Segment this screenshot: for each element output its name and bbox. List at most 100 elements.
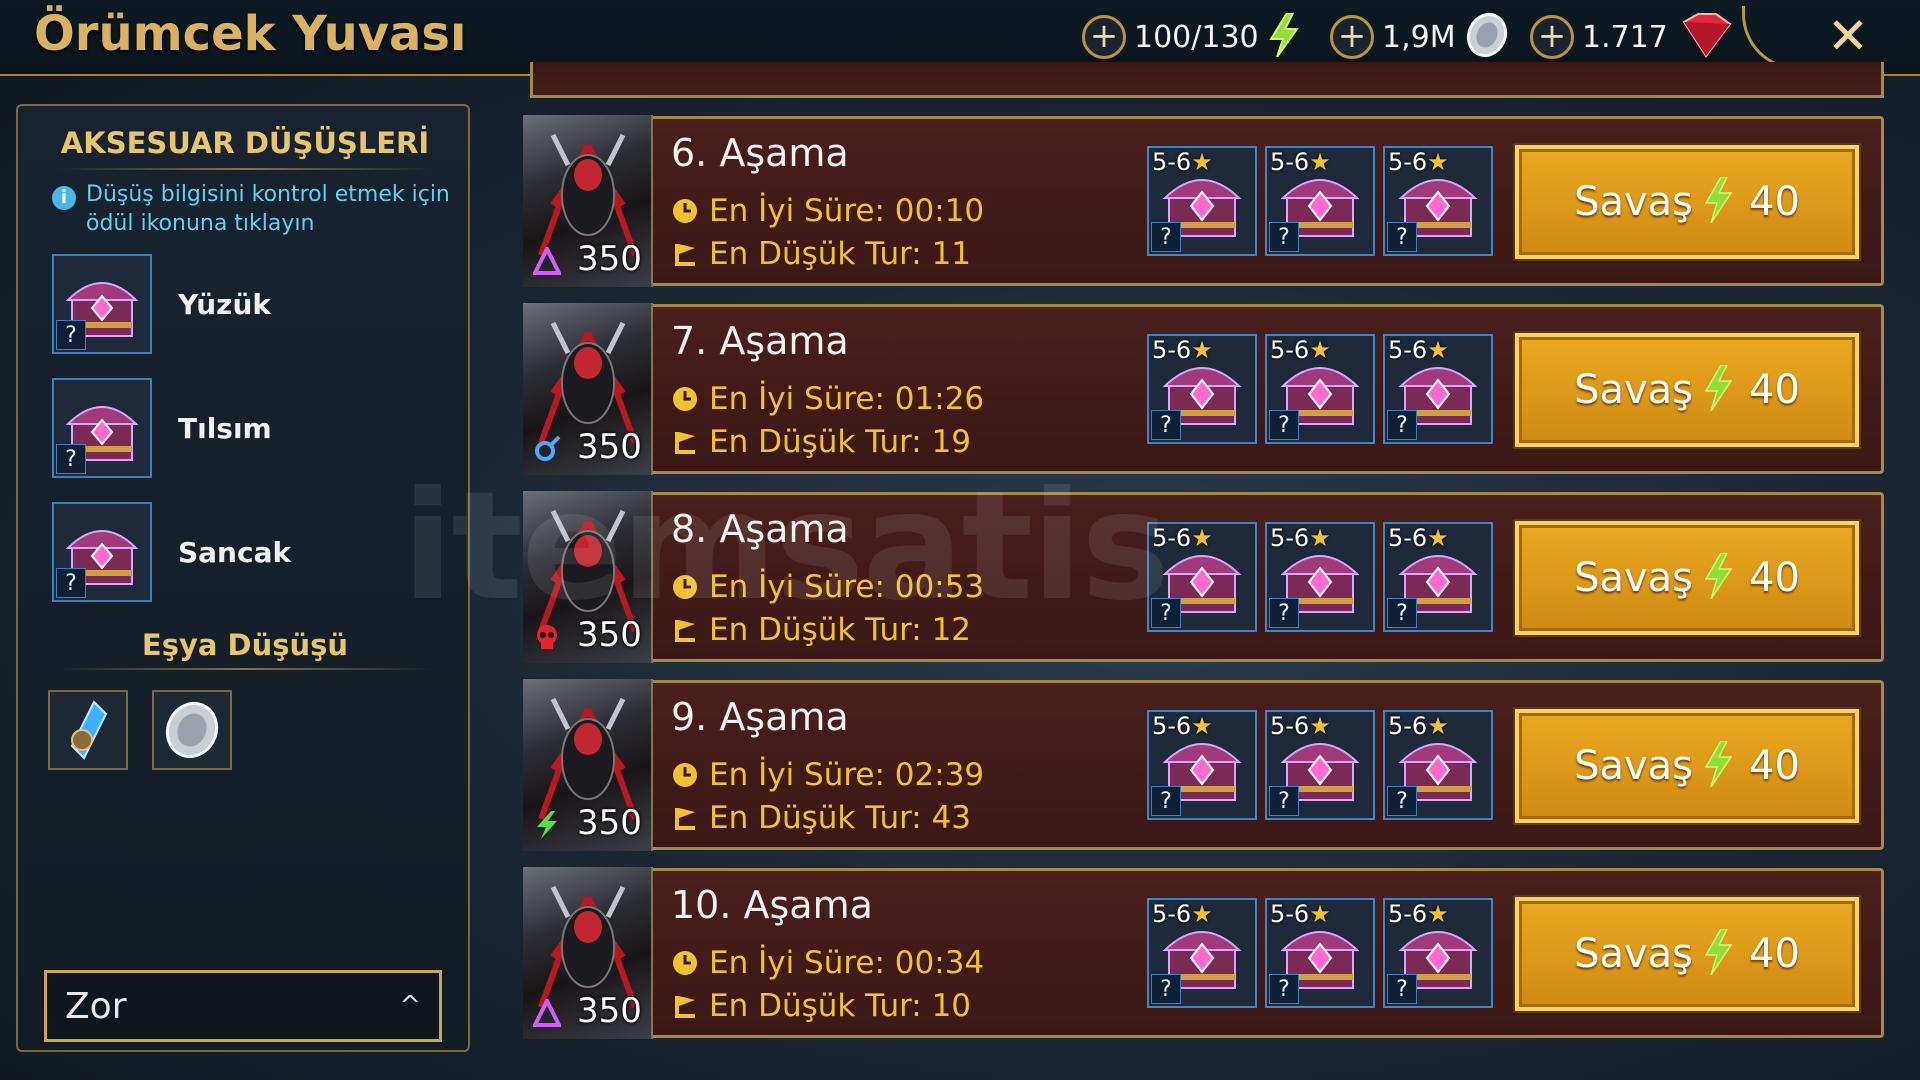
best-time-row: En İyi Süre: 02:39 (671, 757, 984, 793)
best-time: En İyi Süre: 01:26 (709, 381, 985, 417)
add-energy-button[interactable]: + (1082, 15, 1126, 59)
reward-chest-icon[interactable]: 5-6★ ? (1265, 146, 1375, 256)
battle-label: Savaş (1574, 555, 1694, 601)
unknown-badge: ? (1151, 410, 1181, 440)
boss-level: 350 (577, 615, 642, 655)
ring-label: Yüzük (178, 287, 272, 321)
reward-chest-icon[interactable]: 5-6★ ? (1383, 710, 1493, 820)
accessory-ring[interactable]: ? Yüzük (52, 254, 452, 354)
best-time: En İyi Süre: 00:10 (709, 193, 985, 229)
magic-affinity-icon (531, 996, 563, 1027)
amulet-chest-icon[interactable]: ? (52, 378, 152, 478)
unknown-badge: ? (1151, 786, 1181, 816)
battle-label: Savaş (1574, 743, 1694, 789)
stage-name: 7. Aşama (671, 319, 849, 363)
boss-level: 350 (577, 803, 642, 843)
banner-chest-icon[interactable]: ? (52, 502, 152, 602)
best-time: En İyi Süre: 00:34 (709, 945, 985, 981)
difficulty-select[interactable]: Zor ^ (44, 970, 442, 1042)
accessory-banner[interactable]: ? Sancak (52, 502, 452, 602)
reward-chest-icon[interactable]: 5-6★ ? (1265, 522, 1375, 632)
silver-resource: + 1,9M (1330, 12, 1510, 62)
reward-chest-icon[interactable]: 5-6★ ? (1147, 710, 1257, 820)
flag-icon (671, 240, 699, 268)
page-title: Örümcek Yuvası (34, 6, 467, 62)
reward-chest-icon[interactable]: 5-6★ ? (1147, 334, 1257, 444)
best-time: En İyi Süre: 02:39 (709, 757, 985, 793)
unknown-badge: ? (1269, 410, 1299, 440)
gem-icon (1676, 12, 1734, 62)
star-icon: ★ (1191, 524, 1213, 552)
stage-row: 350 10. Aşama En İyi Süre: 00:34 En Düşü… (523, 867, 1884, 1039)
reward-stars: 5-6★ (1270, 524, 1331, 552)
reward-chest-icon[interactable]: 5-6★ ? (1147, 146, 1257, 256)
min-turns: En Düşük Tur: 11 (709, 236, 972, 272)
battle-cost: 40 (1749, 931, 1800, 977)
star-icon: ★ (1309, 712, 1331, 740)
ring-chest-icon[interactable]: ? (52, 254, 152, 354)
reward-chest-icon[interactable]: 5-6★ ? (1383, 522, 1493, 632)
clock-icon (671, 949, 699, 977)
unknown-badge: ? (1387, 598, 1417, 628)
banner-label: Sancak (178, 535, 292, 569)
unknown-badge: ? (1387, 222, 1417, 252)
reward-chest-icon[interactable]: 5-6★ ? (1147, 522, 1257, 632)
flag-icon (671, 992, 699, 1020)
battle-cost: 40 (1749, 367, 1800, 413)
battle-button[interactable]: Savaş 40 (1515, 709, 1859, 823)
clock-icon (671, 573, 699, 601)
add-gems-button[interactable]: + (1530, 15, 1574, 59)
battle-label: Savaş (1574, 367, 1694, 413)
close-button[interactable]: ✕ (1820, 8, 1876, 64)
star-icon: ★ (1191, 712, 1213, 740)
gems-resource: + 1.717 (1530, 12, 1734, 62)
reward-list: 5-6★ ? 5-6★ ? 5-6★ ? (1147, 146, 1493, 256)
accessory-amulet[interactable]: ? Tılsım (52, 378, 452, 478)
reward-stars: 5-6★ (1388, 524, 1449, 552)
reward-chest-icon[interactable]: 5-6★ ? (1265, 334, 1375, 444)
reward-list: 5-6★ ? 5-6★ ? 5-6★ ? (1147, 522, 1493, 632)
silver-drop-icon[interactable] (152, 690, 232, 770)
min-turns: En Düşük Tur: 19 (709, 424, 972, 460)
stage-row: 350 8. Aşama En İyi Süre: 00:53 En Düşük… (523, 491, 1884, 663)
reward-chest-icon[interactable]: 5-6★ ? (1265, 710, 1375, 820)
accessory-drops-panel: AKSESUAR DÜŞÜŞLERİ i Düşüş bilgisini kon… (16, 104, 470, 1052)
reward-stars: 5-6★ (1152, 524, 1213, 552)
add-silver-button[interactable]: + (1330, 15, 1374, 59)
battle-button[interactable]: Savaş 40 (1515, 145, 1859, 259)
boss-level: 350 (577, 239, 642, 279)
reward-chest-icon[interactable]: 5-6★ ? (1383, 334, 1493, 444)
stage-name: 6. Aşama (671, 131, 849, 175)
min-turns: En Düşük Tur: 43 (709, 800, 972, 836)
reward-chest-icon[interactable]: 5-6★ ? (1383, 898, 1493, 1008)
min-turns: En Düşük Tur: 10 (709, 988, 972, 1024)
best-time-row: En İyi Süre: 01:26 (671, 381, 984, 417)
reward-stars: 5-6★ (1152, 712, 1213, 740)
drop-info-text: Düşüş bilgisini kontrol etmek için ödül … (86, 182, 450, 236)
min-turns-row: En Düşük Tur: 19 (671, 424, 971, 460)
unknown-badge: ? (1151, 598, 1181, 628)
reward-chest-icon[interactable]: 5-6★ ? (1265, 898, 1375, 1008)
reward-stars: 5-6★ (1270, 900, 1331, 928)
unknown-badge: ? (1151, 222, 1181, 252)
gems-value: 1.717 (1582, 19, 1668, 55)
unknown-badge: ? (1269, 974, 1299, 1004)
potion-drop-icon[interactable] (48, 690, 128, 770)
battle-button[interactable]: Savaş 40 (1515, 521, 1859, 635)
reward-list: 5-6★ ? 5-6★ ? 5-6★ ? (1147, 710, 1493, 820)
battle-button[interactable]: Savaş 40 (1515, 897, 1859, 1011)
reward-stars: 5-6★ (1270, 712, 1331, 740)
stage-name: 8. Aşama (671, 507, 849, 551)
drop-info-hint: i Düşüş bilgisini kontrol etmek için ödü… (52, 180, 452, 238)
best-time-row: En İyi Süre: 00:10 (671, 193, 984, 229)
reward-stars: 5-6★ (1152, 336, 1213, 364)
boss-portrait: 350 (523, 303, 653, 475)
reward-chest-icon[interactable]: 5-6★ ? (1383, 146, 1493, 256)
battle-cost: 40 (1749, 555, 1800, 601)
min-turns: En Düşük Tur: 12 (709, 612, 972, 648)
silver-coin-icon (1464, 12, 1510, 62)
energy-icon (1703, 928, 1733, 979)
battle-button[interactable]: Savaş 40 (1515, 333, 1859, 447)
reward-chest-icon[interactable]: 5-6★ ? (1147, 898, 1257, 1008)
unknown-badge: ? (56, 444, 86, 474)
